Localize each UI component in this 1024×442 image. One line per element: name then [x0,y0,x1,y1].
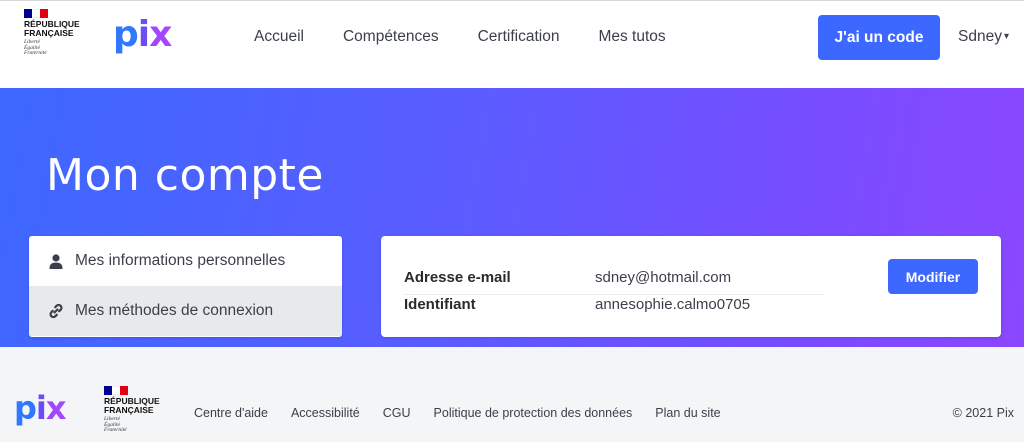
pix-logo[interactable]: pix [113,14,172,55]
account-hero: Mon compte Mes informations personnelles… [0,88,1024,347]
republic-motto: Liberté Égalité Fraternité [104,416,160,434]
identifier-label: Identifiant [404,296,476,313]
jai-un-code-button[interactable]: J'ai un code [818,15,940,60]
nav-accueil[interactable]: Accueil [254,28,304,46]
email-label: Adresse e-mail [404,269,511,286]
email-row: Adresse e-mail sdney@hotmail.com [404,269,731,286]
republique-francaise-logo-footer[interactable]: RÉPUBLIQUE FRANÇAISE Liberté Égalité Fra… [104,386,160,434]
account-side-menu: Mes informations personnelles Mes méthod… [29,236,342,337]
link-icon [47,302,65,320]
connection-methods-card: Adresse e-mail sdney@hotmail.com Identif… [381,236,1001,337]
french-flag-icon [104,386,128,395]
footer-link-politique-donnees[interactable]: Politique de protection des données [434,406,633,420]
menu-item-label: Mes méthodes de connexion [75,302,274,319]
footer-link-centre-aide[interactable]: Centre d'aide [194,406,268,420]
republic-name: RÉPUBLIQUE FRANÇAISE [24,20,80,38]
republic-motto: Liberté Égalité Fraternité [24,39,80,57]
copyright: © 2021 Pix [952,406,1014,420]
footer-links: Centre d'aide Accessibilité CGU Politiqu… [194,406,744,420]
page-title: Mon compte [46,150,324,201]
identifier-value: annesophie.calmo0705 [595,296,751,313]
republic-name: RÉPUBLIQUE FRANÇAISE [104,397,160,415]
pix-logo-footer[interactable]: pix [14,389,66,427]
modify-email-button[interactable]: Modifier [888,259,978,294]
footer-link-plan-du-site[interactable]: Plan du site [655,406,720,420]
row-divider [404,294,824,295]
identifier-row: Identifiant annesophie.calmo0705 [404,296,750,313]
footer-link-cgu[interactable]: CGU [383,406,411,420]
nav-mes-tutos[interactable]: Mes tutos [598,28,665,46]
caret-down-icon: ▾ [1003,31,1009,43]
menu-item-methodes-connexion[interactable]: Mes méthodes de connexion [29,286,342,336]
footer-link-accessibilite[interactable]: Accessibilité [291,406,360,420]
republique-francaise-logo[interactable]: RÉPUBLIQUE FRANÇAISE Liberté Égalité Fra… [24,9,80,57]
menu-item-label: Mes informations personnelles [75,252,286,269]
main-nav: Accueil Compétences Certification Mes tu… [254,28,705,46]
site-footer: pix RÉPUBLIQUE FRANÇAISE Liberté Égalité… [0,347,1024,442]
email-value: sdney@hotmail.com [595,269,732,286]
republic-line-2: FRANÇAISE [24,27,74,38]
menu-item-informations-personnelles[interactable]: Mes informations personnelles [29,236,342,286]
french-flag-icon [24,9,48,18]
user-name: Sdney [958,28,1002,45]
republic-line-2: FRANÇAISE [104,404,154,415]
user-icon [47,252,65,270]
nav-competences[interactable]: Compétences [343,28,439,46]
motto-line-3: Fraternité [104,427,127,434]
site-header: RÉPUBLIQUE FRANÇAISE Liberté Égalité Fra… [0,0,1024,88]
user-menu[interactable]: Sdney ▾ [958,28,1009,46]
motto-line-3: Fraternité [24,50,47,57]
nav-certification[interactable]: Certification [478,28,560,46]
